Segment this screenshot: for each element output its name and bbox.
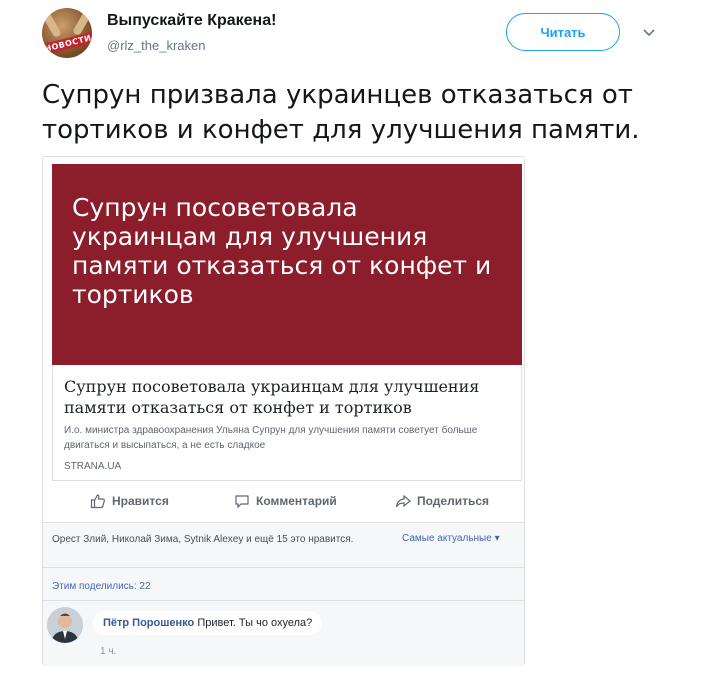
link-domain: STRANA.UA (64, 461, 122, 472)
avatar-badge: НОВОСТИ (42, 30, 92, 57)
link-title[interactable]: Супрун посоветовала украинцам для улучше… (64, 376, 514, 418)
comment-text: Привет. Ты чо охуела? (197, 617, 313, 629)
comment-icon (235, 495, 249, 509)
commenter-avatar[interactable] (47, 607, 83, 643)
divider (43, 600, 524, 601)
comment-sort-dropdown[interactable]: Самые актуальные ▾ (402, 533, 500, 544)
share-button[interactable]: Поделиться (395, 486, 489, 516)
follow-button[interactable]: Читать (506, 13, 620, 51)
author-handle[interactable]: @rlz_the_kraken (107, 38, 205, 53)
comment-button[interactable]: Комментарий (234, 486, 337, 516)
like-button[interactable]: Нравится (90, 486, 169, 516)
share-label: Поделиться (417, 494, 490, 508)
like-label: Нравится (112, 494, 169, 508)
post-actions: Нравится Комментарий Поделиться (52, 486, 522, 516)
author-avatar[interactable]: НОВОСТИ (42, 8, 92, 58)
divider (43, 567, 524, 568)
author-name[interactable]: Выпускайте Кракена! (107, 12, 276, 30)
person-icon (47, 607, 83, 643)
thumbs-up-icon (90, 494, 105, 509)
comment-timestamp[interactable]: 1 ч. (100, 646, 116, 657)
avatar-tentacle (42, 11, 62, 39)
share-arrow-icon (395, 494, 411, 508)
comment-label: Комментарий (256, 494, 337, 508)
likes-summary[interactable]: Орест Злий, Николай Зима, Sytnik Alexey … (52, 533, 372, 547)
link-image-headline: Супрун посоветовала украинцам для улучше… (72, 193, 492, 309)
tweet-text: Супрун призвала украинцев отказаться от … (42, 80, 640, 145)
comment-bubble: Пётр Порошенко Привет. Ты чо охуела? (93, 611, 323, 635)
link-description: И.о. министра здравоохранения Ульяна Суп… (64, 425, 478, 451)
comment-author[interactable]: Пётр Порошенко (103, 617, 194, 629)
shares-count-link[interactable]: Этим поделились: 22 (52, 581, 151, 592)
chevron-down-icon[interactable] (641, 24, 657, 40)
